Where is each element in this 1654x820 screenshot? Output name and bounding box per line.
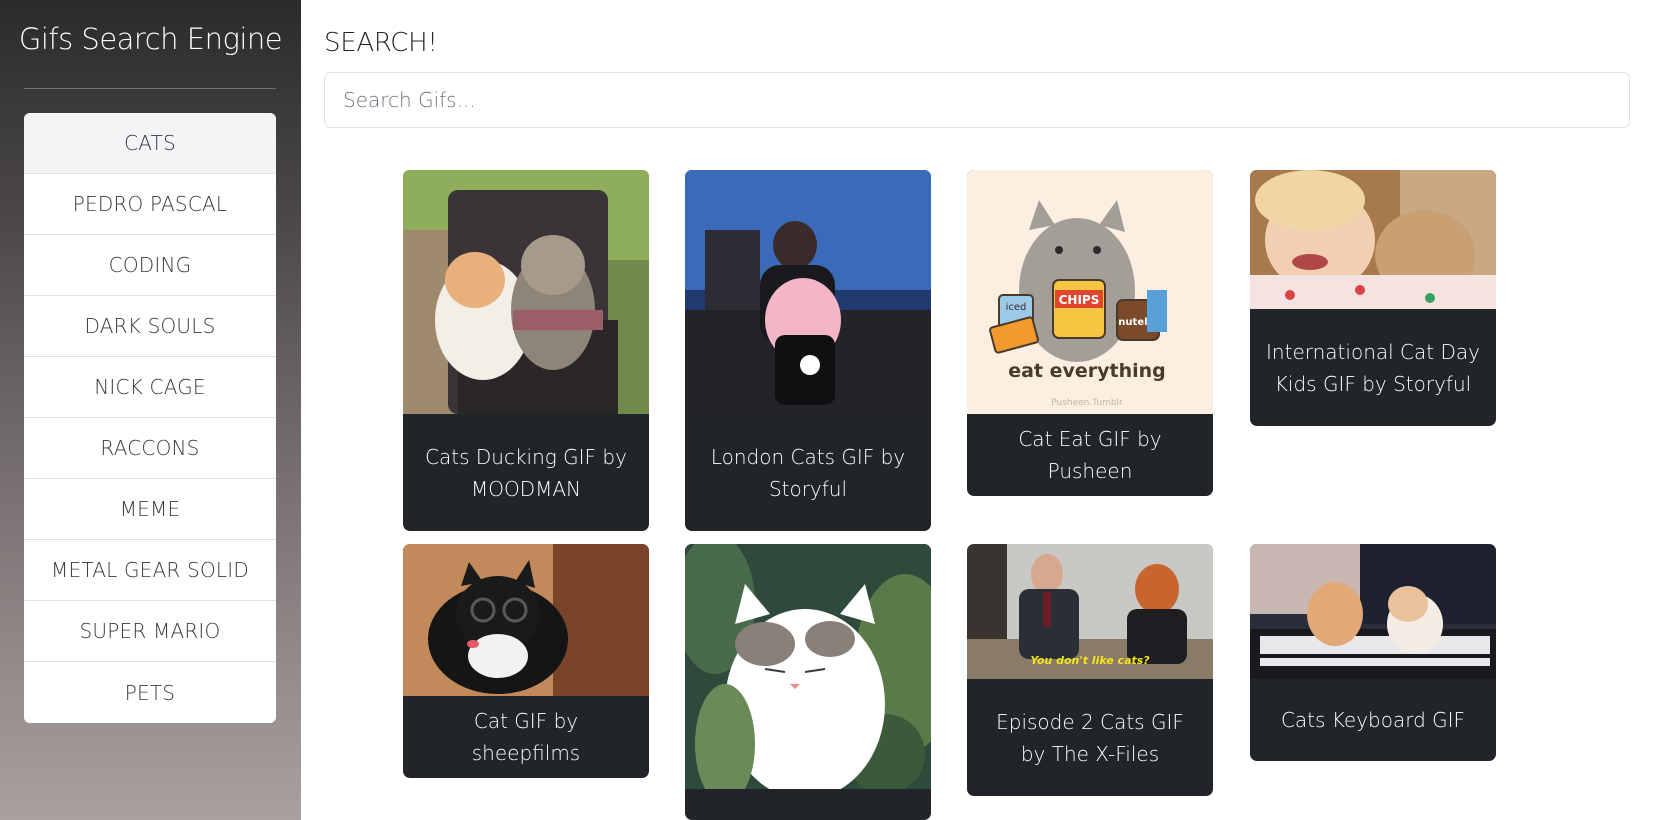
gif-card[interactable]: Cats Keyboard GIF — [1250, 544, 1496, 761]
gif-card[interactable]: Cat GIF by sheepfilms — [403, 544, 649, 778]
search-input[interactable] — [324, 72, 1630, 128]
search-title: SEARCH! — [324, 28, 438, 58]
gif-image: CHIPS iced nutella eat everything Pushee… — [967, 170, 1213, 414]
category-item-raccons[interactable]: RACCONS — [24, 418, 276, 479]
gif-caption: Cats Keyboard GIF — [1280, 708, 1466, 732]
gif-caption: International Cat Day Kids GIF by Storyf… — [1266, 339, 1480, 396]
gif-image: You don't like cats? — [967, 544, 1213, 679]
category-list: CATS PEDRO PASCAL CODING DARK SOULS NICK… — [24, 113, 276, 723]
gif-card[interactable]: International Cat Day Kids GIF by Storyf… — [1250, 170, 1496, 426]
eat-everything-text: eat everything — [1008, 360, 1166, 382]
gif-caption: Cat Eat GIF by Pusheen — [1018, 427, 1162, 483]
category-item-dark-souls[interactable]: DARK SOULS — [24, 296, 276, 357]
category-item-coding[interactable]: CODING — [24, 235, 276, 296]
gif-image — [1250, 170, 1496, 309]
gif-caption: Cat GIF by sheepfilms — [471, 709, 581, 765]
gif-card[interactable]: London Cats GIF by Storyful — [685, 170, 931, 531]
category-item-meme[interactable]: MEME — [24, 479, 276, 540]
gif-image — [685, 170, 931, 414]
category-item-cats[interactable]: CATS — [24, 113, 276, 174]
gif-image — [685, 544, 931, 789]
category-item-super-mario[interactable]: SUPER MARIO — [24, 601, 276, 662]
gif-image — [403, 170, 649, 414]
gif-card[interactable] — [685, 544, 931, 820]
brand-title: Gifs Search Engine — [18, 22, 283, 56]
sidebar: Gifs Search Engine CATS PEDRO PASCAL COD… — [0, 0, 301, 820]
gif-image — [1250, 544, 1496, 679]
gif-card[interactable]: CHIPS iced nutella eat everything Pushee… — [967, 170, 1213, 496]
gif-card[interactable]: You don't like cats? Episode 2 Cats GIF … — [967, 544, 1213, 796]
category-item-pedro-pascal[interactable]: PEDRO PASCAL — [24, 174, 276, 235]
chips-text: CHIPS — [1059, 293, 1100, 307]
main-content: SEARCH! Cats Ducking GIF by MOODMAN — [301, 0, 1654, 820]
watermark-text: Pusheen.Tumblr — [1051, 398, 1123, 408]
sidebar-divider — [24, 88, 276, 89]
iced-text: iced — [1006, 302, 1027, 313]
category-item-nick-cage[interactable]: NICK CAGE — [24, 357, 276, 418]
gif-image — [403, 544, 649, 696]
gif-caption: London Cats GIF by Storyful — [710, 444, 906, 501]
category-item-metal-gear-solid[interactable]: METAL GEAR SOLID — [24, 540, 276, 601]
gif-caption: Episode 2 Cats GIF by The X-Files — [996, 709, 1184, 766]
subtitle-text: You don't like cats? — [1030, 654, 1150, 667]
gif-caption: Cats Ducking GIF by MOODMAN — [425, 444, 627, 501]
gif-card[interactable]: Cats Ducking GIF by MOODMAN — [403, 170, 649, 531]
gif-caption — [685, 789, 931, 820]
category-item-pets[interactable]: PETS — [24, 662, 276, 723]
